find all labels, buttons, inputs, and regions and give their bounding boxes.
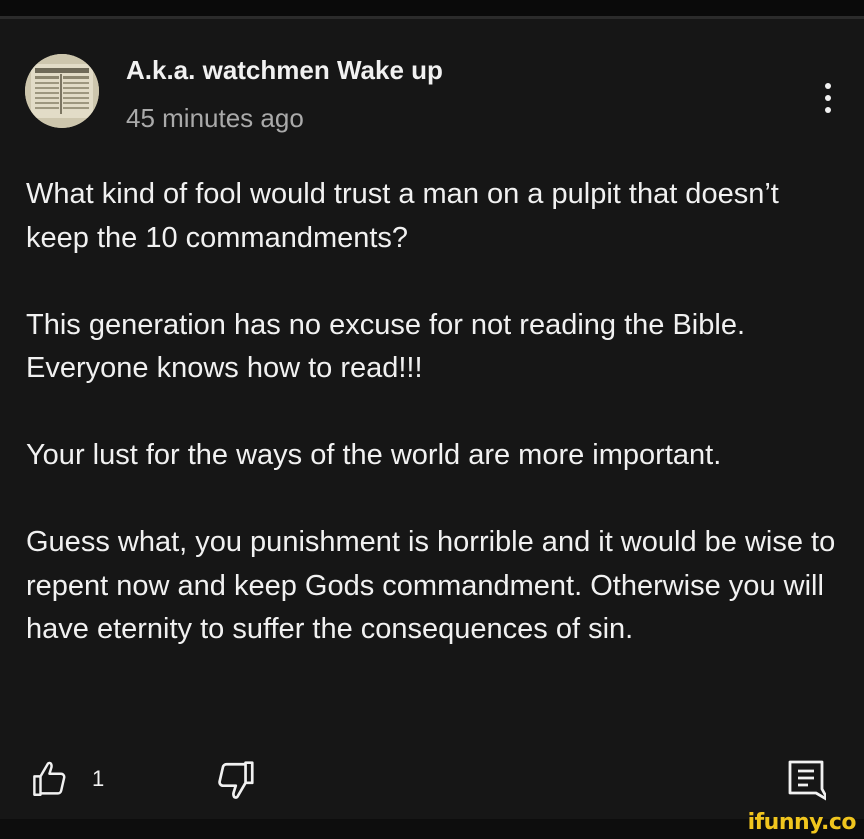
like-count: 1 xyxy=(92,766,105,791)
three-dots-vertical-icon xyxy=(825,107,831,113)
comment-paragraph: Your lust for the ways of the world are … xyxy=(26,439,722,471)
comment-author[interactable]: A.k.a. watchmen Wake up xyxy=(126,55,443,86)
comment-paragraph: This generation has no excuse for not re… xyxy=(26,308,746,385)
comment-timestamp[interactable]: 45 minutes ago xyxy=(126,103,304,134)
comment-card: A.k.a. watchmen Wake up 45 minutes ago W… xyxy=(0,19,864,819)
comment-actions: 1 xyxy=(0,754,864,804)
comment-text: What kind of fool would trust a man on a… xyxy=(26,173,841,652)
three-dots-vertical-icon xyxy=(825,95,831,101)
reply-button[interactable] xyxy=(786,758,830,804)
more-options-button[interactable] xyxy=(810,75,846,121)
comment-paragraph: Guess what, you punishment is horrible a… xyxy=(26,526,836,645)
dislike-button[interactable] xyxy=(212,756,258,802)
thumbs-down-icon xyxy=(218,761,254,799)
avatar-image xyxy=(25,54,99,128)
comment-paragraph: What kind of fool would trust a man on a… xyxy=(26,178,779,254)
footer-strip xyxy=(0,819,864,839)
like-button[interactable] xyxy=(30,758,72,800)
avatar[interactable] xyxy=(25,54,99,128)
three-dots-vertical-icon xyxy=(825,83,831,89)
thumbs-up-icon xyxy=(33,761,66,796)
top-bar xyxy=(0,0,864,19)
ifunny-watermark: ifunny.co xyxy=(747,810,857,835)
reply-comment-icon xyxy=(788,760,830,802)
